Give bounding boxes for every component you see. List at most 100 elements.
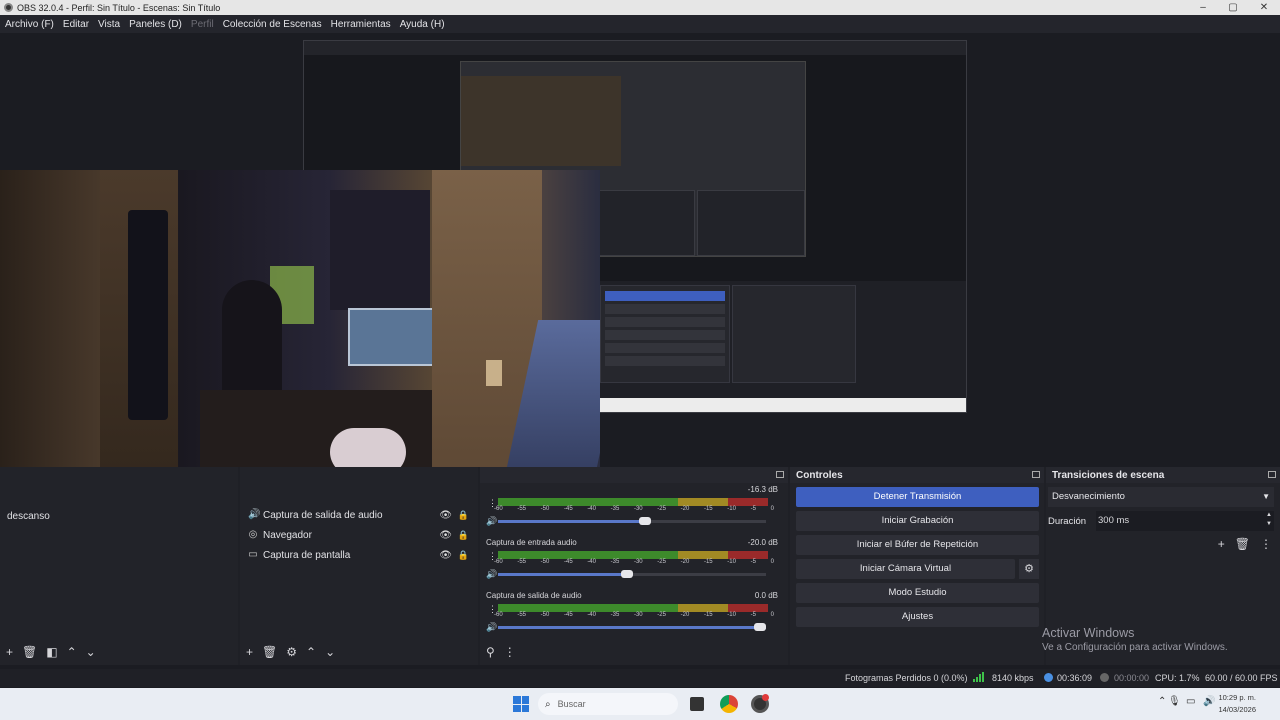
menu-view[interactable]: Vista	[98, 19, 120, 30]
camera-light-switch	[486, 360, 502, 386]
mute-icon[interactable]: 🔊	[486, 516, 497, 527]
scale-tick: -10	[727, 559, 736, 565]
taskbar-search[interactable]: ⌕ Buscar	[538, 693, 678, 715]
remove-transition-icon[interactable]: 🗑	[1235, 537, 1250, 551]
menu-tools[interactable]: Herramientas	[331, 19, 391, 30]
watermark-subtitle: Ve a Configuración para activar Windows.	[1042, 642, 1228, 653]
settings-button[interactable]: Ajustes	[796, 607, 1039, 627]
lock-icon[interactable]: 🔒	[458, 510, 469, 521]
visibility-eye-icon[interactable]: 👁	[439, 510, 452, 521]
studio-mode-button[interactable]: Modo Estudio	[796, 583, 1039, 603]
slider-handle[interactable]	[620, 570, 633, 578]
source-item[interactable]: 🔊 Captura de salida de audio 👁 🔒	[240, 505, 478, 525]
windows-start-icon[interactable]	[513, 696, 529, 712]
scale-tick: -40	[587, 559, 596, 565]
clock-time: 10:29 p. m.	[1218, 693, 1256, 702]
volume-slider[interactable]	[498, 517, 766, 525]
visibility-eye-icon[interactable]: 👁	[439, 550, 452, 561]
move-down-icon[interactable]: ⌄	[86, 645, 96, 659]
mixer-menu-icon[interactable]: ⋮	[504, 645, 516, 659]
add-scene-icon[interactable]: +	[6, 645, 13, 659]
minimize-icon[interactable]: –	[1188, 0, 1218, 15]
virtual-cam-button[interactable]: Iniciar Cámara Virtual	[796, 559, 1015, 579]
lock-icon[interactable]: 🔒	[458, 530, 469, 541]
gear-icon[interactable]: ⚙	[1019, 559, 1039, 579]
duration-label: Duración	[1048, 515, 1087, 527]
move-up-icon[interactable]: ⌃	[306, 645, 316, 659]
remove-source-icon[interactable]: 🗑	[262, 645, 277, 659]
signal-strength-icon	[973, 672, 984, 682]
filter-icon[interactable]: ◧	[46, 645, 57, 659]
remove-scene-icon[interactable]: 🗑	[22, 645, 37, 659]
controls-dock: Controles Detener Transmisión Iniciar Gr…	[790, 467, 1044, 665]
visibility-eye-icon[interactable]: 👁	[439, 530, 452, 541]
scene-item[interactable]: descanso	[0, 507, 238, 526]
move-up-icon[interactable]: ⌃	[67, 645, 77, 659]
transition-select[interactable]: Desvanecimiento ▼	[1048, 487, 1274, 507]
nested-controls	[600, 285, 730, 383]
replay-buffer-button[interactable]: Iniciar el Búfer de Repetición	[796, 535, 1039, 555]
speaker-icon: 🔊	[248, 509, 261, 520]
window-title: OBS 32.0.4 - Perfil: Sin Título - Escena…	[17, 2, 221, 13]
controls-header: Controles	[790, 467, 1044, 483]
menu-file[interactable]: Archivo (F)	[5, 19, 54, 30]
volume-slider[interactable]	[498, 570, 766, 578]
source-item[interactable]: ◎ Navegador 👁 🔒	[240, 525, 478, 545]
menu-edit[interactable]: Editar	[63, 19, 89, 30]
move-down-icon[interactable]: ⌄	[325, 645, 335, 659]
scale-tick: -25	[657, 559, 666, 565]
duration-input[interactable]: 300 ms ▲ ▼	[1096, 511, 1274, 531]
transition-menu-icon[interactable]: ⋮	[1260, 537, 1272, 551]
scale-tick: -10	[727, 506, 736, 512]
mute-icon[interactable]: 🔊	[486, 622, 497, 633]
webcam-feed	[0, 170, 600, 508]
chevron-up-icon[interactable]: ⌃	[1158, 696, 1166, 707]
scale-tick: -15	[703, 612, 713, 618]
menu-help[interactable]: Ayuda (H)	[400, 19, 445, 30]
scale-tick: -30	[633, 612, 643, 618]
slider-handle[interactable]	[639, 517, 652, 525]
undock-icon[interactable]	[1032, 471, 1040, 478]
volume-meter	[498, 604, 768, 612]
scale-tick: -60	[494, 612, 503, 618]
advanced-audio-icon[interactable]: ⚲	[486, 645, 495, 659]
slider-handle[interactable]	[754, 623, 766, 631]
file-explorer-icon[interactable]	[690, 697, 704, 711]
track-db: -16.3 dB	[747, 485, 778, 494]
lock-icon[interactable]: 🔒	[458, 550, 469, 561]
menu-docks[interactable]: Paneles (D)	[129, 19, 182, 30]
chrome-icon[interactable]	[720, 695, 738, 713]
network-icon[interactable]: ▭	[1186, 696, 1195, 707]
live-badge-icon	[762, 694, 769, 701]
bitrate: 8140 kbps	[992, 673, 1034, 683]
scale-tick: -55	[517, 506, 526, 512]
volume-slider[interactable]	[498, 623, 766, 631]
source-properties-icon[interactable]: ⚙	[286, 645, 297, 659]
track-name: Captura de salida de audio	[486, 591, 582, 600]
fps: 60.00 / 60.00 FPS	[1205, 673, 1278, 683]
mute-icon[interactable]: 🔊	[486, 569, 497, 580]
scale-tick: -60	[494, 506, 503, 512]
undock-icon[interactable]	[776, 471, 784, 478]
scene-list: descanso	[0, 507, 238, 526]
menu-profile[interactable]: Perfil	[191, 19, 214, 30]
maximize-icon[interactable]: ▢	[1218, 0, 1248, 15]
add-source-icon[interactable]: +	[246, 645, 253, 659]
start-recording-button[interactable]: Iniciar Grabación	[796, 511, 1039, 531]
menu-scene-collection[interactable]: Colección de Escenas	[223, 19, 322, 30]
scale-tick: -55	[517, 559, 526, 565]
scale-tick: -30	[633, 559, 643, 565]
rec-time: 00:00:00	[1114, 673, 1150, 683]
volume-icon[interactable]: 🔊	[1203, 696, 1215, 707]
taskbar-clock[interactable]: 10:29 p. m. 14/03/2026	[1218, 692, 1256, 716]
preview-canvas[interactable]	[0, 33, 1280, 508]
close-icon[interactable]: ✕	[1249, 0, 1279, 15]
source-item[interactable]: ▭ Captura de pantalla 👁 🔒	[240, 545, 478, 565]
undock-icon[interactable]	[1268, 471, 1276, 478]
track-name: Captura de entrada audio	[486, 538, 577, 547]
add-transition-icon[interactable]: +	[1218, 537, 1225, 551]
stop-stream-button[interactable]: Detener Transmisión	[796, 487, 1039, 507]
microphone-icon[interactable]: 🎙	[1168, 696, 1181, 707]
transitions-header: Transiciones de escena	[1046, 467, 1280, 483]
spinner-icon[interactable]: ▲ ▼	[1266, 511, 1272, 529]
